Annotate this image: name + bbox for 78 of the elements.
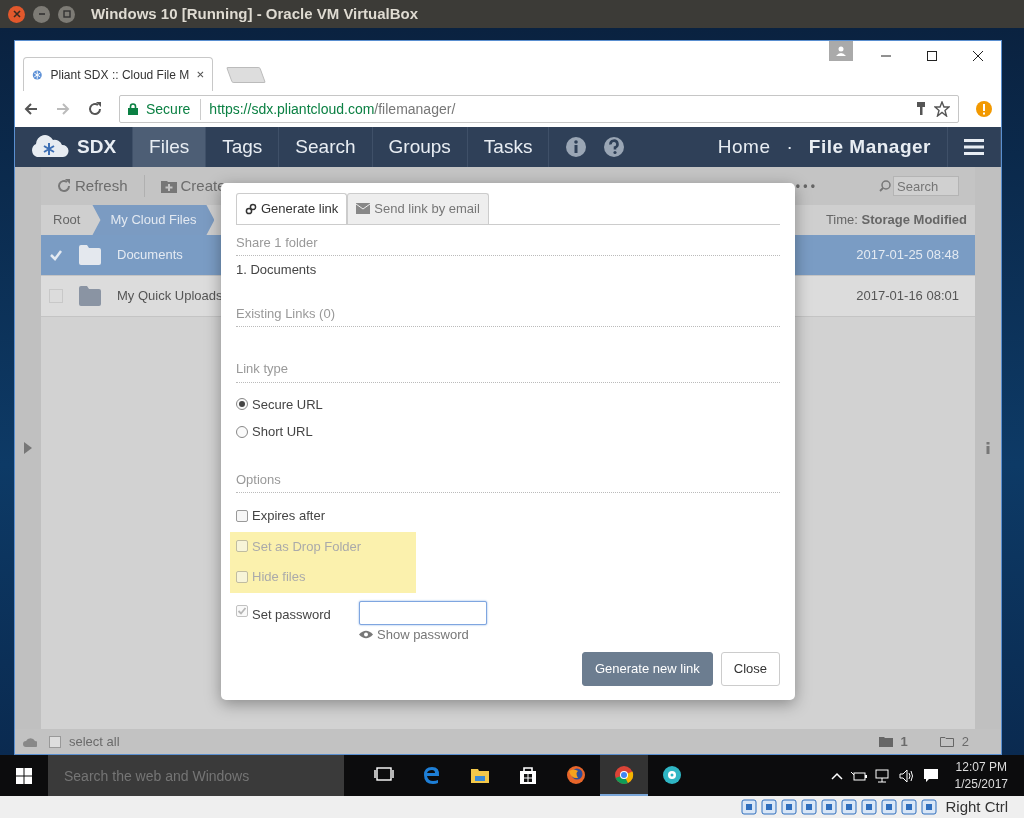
file-date: 2017-01-25 08:48 (856, 246, 959, 265)
info-icon[interactable] (986, 442, 990, 454)
page-title: File Manager (808, 134, 931, 159)
close-icon (12, 10, 21, 18)
help-icon[interactable] (603, 136, 626, 158)
folder-plus-icon (160, 179, 177, 193)
back-icon[interactable] (23, 101, 39, 117)
maximize-icon (62, 10, 71, 18)
clock-date[interactable]: 1/25/2017 (954, 775, 1008, 792)
file-date: 2017-01-16 08:01 (856, 287, 959, 306)
password-field[interactable] (359, 600, 487, 625)
checkbox-option[interactable]: Expires after (230, 501, 416, 532)
minimize-icon (37, 10, 46, 18)
folder-count: 2 (961, 732, 969, 751)
cloud-icon (29, 135, 69, 159)
radio-button[interactable] (236, 398, 248, 411)
generate-button[interactable]: Generate new link (581, 652, 713, 686)
taskbar-app[interactable] (600, 755, 648, 796)
checkbox-option: Set as Drop Folder (230, 531, 416, 562)
cloud-icon (23, 736, 37, 747)
brand-name[interactable]: SDX (77, 132, 117, 162)
minimize-button[interactable] (33, 5, 50, 23)
separator: · (786, 134, 793, 159)
folder-outline-icon (939, 736, 954, 747)
section-heading: Share 1 folder (236, 224, 780, 256)
star-icon[interactable] (934, 101, 950, 117)
breadcrumb-item[interactable]: Root (41, 205, 93, 235)
profile-button[interactable] (829, 41, 853, 61)
file-name[interactable]: My Quick Uploads (117, 286, 223, 306)
host-key-label: Right Ctrl (945, 796, 1008, 817)
notification-icon[interactable] (922, 768, 939, 783)
window-title: Windows 10 [Running] - Oracle VM VirtualBox (91, 3, 419, 24)
section-heading: Existing Links (0) (236, 295, 780, 327)
envelope-icon (356, 203, 371, 215)
radio-button[interactable] (236, 425, 248, 438)
volume-icon[interactable] (898, 768, 915, 783)
browser-icon (422, 764, 442, 785)
nav-tab[interactable]: Files (133, 127, 207, 167)
battery-icon[interactable] (850, 769, 867, 782)
shared-item: 1. Documents (236, 261, 318, 279)
browser-icon (614, 764, 634, 785)
sort-label[interactable]: Time: Storage Modified (825, 210, 967, 230)
info-icon[interactable] (565, 136, 588, 158)
url-text: https://sdx.pliantcloud.com/filemanager/ (209, 99, 457, 119)
menu-icon (964, 139, 984, 155)
windows-icon (16, 767, 32, 784)
link-icon (245, 202, 257, 215)
user-icon (836, 46, 846, 56)
radio-option[interactable]: Secure URL (236, 390, 780, 418)
reload-icon[interactable] (87, 101, 103, 117)
chevron-up-icon[interactable] (830, 771, 843, 780)
search-field[interactable]: Search (893, 176, 959, 196)
checkmark-icon[interactable] (49, 248, 63, 262)
section-heading: Options (236, 461, 780, 493)
section-heading: Link type (236, 351, 780, 383)
checkbox-option: Hide files (230, 562, 416, 593)
tab-title: Pliant SDX :: Cloud File M (50, 66, 190, 84)
security-label: Secure (146, 98, 202, 120)
expand-icon[interactable] (24, 442, 32, 454)
eye-icon (359, 629, 373, 639)
shopping-bag-icon (518, 764, 538, 785)
lock-icon (128, 103, 138, 115)
browser-tab[interactable]: Pliant SDX :: Cloud File M (23, 57, 213, 91)
search-field[interactable]: Search the web and Windows (48, 755, 344, 796)
clock-time[interactable]: 12:07 PM (955, 759, 1007, 776)
close-icon[interactable] (197, 70, 204, 79)
radio-option[interactable]: Short URL (236, 418, 780, 446)
address-bar[interactable]: Secure https://sdx.pliantcloud.com/filemanager/ (119, 95, 959, 123)
checkbox[interactable] (236, 509, 248, 522)
key-icon[interactable] (916, 102, 926, 116)
checkbox-option: Set password (236, 600, 359, 644)
close-button[interactable]: Close (720, 652, 780, 686)
refresh-icon (57, 179, 71, 193)
dialog-tab[interactable]: Generate link (236, 193, 348, 224)
search-icon (879, 180, 891, 192)
folder-count: 1 (900, 732, 908, 751)
home-link[interactable]: Home (717, 132, 771, 162)
dialog-tab[interactable]: Send link by email (347, 193, 489, 224)
